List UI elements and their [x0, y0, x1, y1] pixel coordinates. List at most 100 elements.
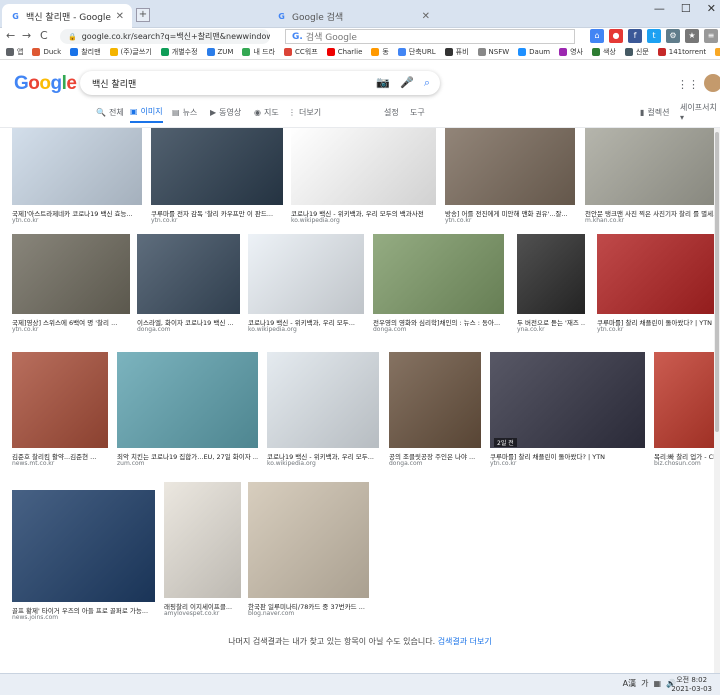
- avatar[interactable]: [704, 74, 720, 92]
- tab-inactive[interactable]: G Google 검색 ✕: [268, 4, 438, 28]
- bookmark-item[interactable]: 단축URL: [397, 47, 436, 57]
- bookmark-item[interactable]: 영사: [559, 47, 583, 57]
- address-bar[interactable]: 🔒 google.co.kr/search?q=백신+찰리맨&newwindow…: [60, 29, 270, 44]
- close-window-button[interactable]: ✕: [707, 2, 716, 15]
- result-thumbnail[interactable]: [248, 234, 364, 314]
- language-indicator[interactable]: 가: [641, 678, 648, 689]
- menu-icon[interactable]: ≡: [704, 29, 718, 43]
- maximize-button[interactable]: ☐: [681, 2, 691, 15]
- image-result[interactable]: 전우영의 영화와 심리학]채인의 : 뉴스 : 동아... donga.com: [373, 234, 504, 336]
- image-result[interactable]: 목리:빠 찰리 업가 - Cho biz.chosun.com: [654, 352, 720, 470]
- result-thumbnail[interactable]: [248, 482, 369, 598]
- image-result[interactable]: 방송] 어를 전진에게 미안해 맨화 권유'...잘... ytn.co.kr: [445, 128, 575, 227]
- star-icon[interactable]: ★: [685, 29, 699, 43]
- image-result[interactable]: 이스라엘, 화이자 코로나19 백신 ... donga.com: [137, 234, 240, 336]
- apps-grid-icon[interactable]: ⋮⋮: [677, 78, 699, 91]
- result-thumbnail[interactable]: [267, 352, 379, 448]
- twitter-icon[interactable]: t: [647, 29, 661, 43]
- bookmark-item[interactable]: 색상: [591, 47, 616, 57]
- bookmark-item[interactable]: CC워프: [284, 47, 318, 57]
- forward-button[interactable]: →: [22, 29, 31, 42]
- back-button[interactable]: ←: [6, 29, 15, 42]
- image-result[interactable]: 코로나19 백신 - 위키백과, 우리 모두... ko.wikipedia.or…: [248, 234, 364, 336]
- bookmark-item[interactable]: Duck: [32, 48, 61, 56]
- clock[interactable]: 오전 8:02 2021-03-03: [671, 676, 712, 694]
- camera-icon[interactable]: 📷: [376, 76, 390, 90]
- result-thumbnail[interactable]: [654, 352, 720, 448]
- image-result[interactable]: 국제]영상] 스위스에 6백여 명 '찰리 ... ytn.co.kr: [12, 234, 130, 336]
- result-thumbnail[interactable]: [291, 128, 436, 205]
- bookmark-item[interactable]: 내 드라: [242, 47, 275, 57]
- bookmark-item[interactable]: (주)글쓰기: [109, 47, 152, 57]
- bookmark-item[interactable]: 찰리맨: [70, 47, 101, 57]
- result-thumbnail[interactable]: [389, 352, 481, 448]
- result-thumbnail[interactable]: [12, 234, 130, 314]
- image-result[interactable]: 쿠루마를] 찰리 채플린이 돌아왔다? | YTN ytn.co.kr: [597, 234, 718, 336]
- search-input[interactable]: 백신 찰리맨 📷 🎤 ⌕: [80, 71, 440, 95]
- bookmark-item[interactable]: Daum: [518, 48, 550, 56]
- ime-indicator[interactable]: A漢: [623, 678, 636, 689]
- bookmark-item[interactable]: 개별수정: [160, 47, 198, 57]
- bookmark-item[interactable]: 카카오TV다운: [715, 47, 720, 57]
- result-thumbnail[interactable]: [373, 234, 504, 314]
- mic-icon[interactable]: 🎤: [400, 76, 414, 90]
- scrollbar[interactable]: [714, 128, 720, 673]
- tab-active[interactable]: G 백신 찰리맨 - Google 검색 ✕: [2, 4, 132, 28]
- result-thumbnail[interactable]: [490, 352, 645, 448]
- tab-more[interactable]: ⋮ 더보기: [288, 101, 321, 123]
- minimize-button[interactable]: —: [654, 2, 665, 15]
- close-tab-icon[interactable]: ✕: [116, 11, 124, 22]
- image-result[interactable]: 래핑찰리 이지세이프클... amylovespet.co.kr: [164, 482, 241, 620]
- tab-news[interactable]: ▤ 뉴스: [172, 101, 197, 123]
- result-thumbnail[interactable]: [12, 490, 155, 602]
- more-results-link[interactable]: 검색결과 더보기: [438, 637, 492, 646]
- image-result[interactable]: 코로나19 백신 - 위키백과, 우리 모두의 백과사전 ko.wikipedia…: [291, 128, 436, 227]
- image-result[interactable]: 쿠루마를] 찰리 채플린이 돌아왔다? | YTN ytn.co.kr: [490, 352, 645, 470]
- network-icon[interactable]: ▦: [653, 679, 661, 688]
- home-icon[interactable]: ⌂: [590, 29, 604, 43]
- gear-icon[interactable]: ⚙: [666, 29, 680, 43]
- extension-icon[interactable]: ●: [609, 29, 623, 43]
- result-thumbnail[interactable]: [585, 128, 718, 205]
- result-thumbnail[interactable]: [12, 352, 108, 448]
- scrollbar-thumb[interactable]: [715, 132, 719, 432]
- bookmark-item[interactable]: 신문: [624, 47, 649, 57]
- result-thumbnail[interactable]: [445, 128, 575, 205]
- result-thumbnail[interactable]: [12, 128, 142, 205]
- result-thumbnail[interactable]: [597, 234, 718, 314]
- google-logo[interactable]: Google: [14, 73, 77, 95]
- bookmark-item[interactable]: 동: [371, 47, 389, 57]
- reload-button[interactable]: C: [40, 29, 48, 42]
- image-result[interactable]: 골프 황제' 타이거 우즈의 아들 프로 골퍼로 가능... news.joins…: [12, 490, 155, 624]
- facebook-icon[interactable]: f: [628, 29, 642, 43]
- secondary-search-field[interactable]: G. 검색 Google: [285, 29, 575, 44]
- image-result[interactable]: 천안문 탱크맨 사진 찍은 사진기자 찰리 를 별세... m.khan.co.k…: [585, 128, 718, 227]
- bookmark-item[interactable]: Charlie: [326, 48, 362, 56]
- image-result[interactable]: 쿠루마를 전자 감독 '찰리 카우프만 이 판드... ytn.co.kr: [151, 128, 283, 227]
- result-thumbnail[interactable]: [164, 482, 241, 598]
- result-thumbnail[interactable]: [151, 128, 283, 205]
- settings-link[interactable]: 설정: [384, 101, 399, 123]
- image-result[interactable]: 김준호 찰리킴 활약...김준현 ... news.mt.co.kr: [12, 352, 108, 470]
- tab-maps[interactable]: ◉ 지도: [254, 101, 279, 123]
- bookmark-item[interactable]: 퓨비: [444, 47, 469, 57]
- safesearch-toggle[interactable]: 세이프서치 ▾: [680, 101, 720, 123]
- image-result[interactable]: 두 버전으로 듣는 '재즈 ... yna.co.kr: [517, 234, 585, 336]
- tools-link[interactable]: 도구: [410, 101, 425, 123]
- result-thumbnail[interactable]: [137, 234, 240, 314]
- tab-images[interactable]: ▣ 이미지: [130, 101, 163, 123]
- collections-link[interactable]: ▮ 컬렉션: [640, 101, 670, 123]
- result-thumbnail[interactable]: [117, 352, 258, 448]
- image-result[interactable]: 코로나19 백신 - 위키백과, 우리 모두... ko.wikipedia.or…: [267, 352, 379, 470]
- image-result[interactable]: 국제]'아스트라제네카 코로나19 백신 효능... ytn.co.kr: [12, 128, 142, 227]
- search-icon[interactable]: ⌕: [424, 76, 430, 90]
- new-tab-button[interactable]: +: [136, 8, 150, 22]
- tab-all[interactable]: 🔍 전체: [96, 101, 124, 123]
- tab-videos[interactable]: ▶ 동영상: [210, 101, 241, 123]
- image-result[interactable]: 공의 조클릿공장 주인은 나야 ... donga.com: [389, 352, 481, 470]
- bookmark-item[interactable]: NSFW: [477, 48, 509, 56]
- bookmark-item[interactable]: ZUM: [206, 48, 233, 56]
- bookmark-item[interactable]: 앱: [6, 47, 23, 57]
- image-result[interactable]: 한국판 일루미나티/78카드 중 37번카드 ... blog.naver.com: [248, 482, 369, 620]
- close-tab-icon[interactable]: ✕: [422, 11, 430, 22]
